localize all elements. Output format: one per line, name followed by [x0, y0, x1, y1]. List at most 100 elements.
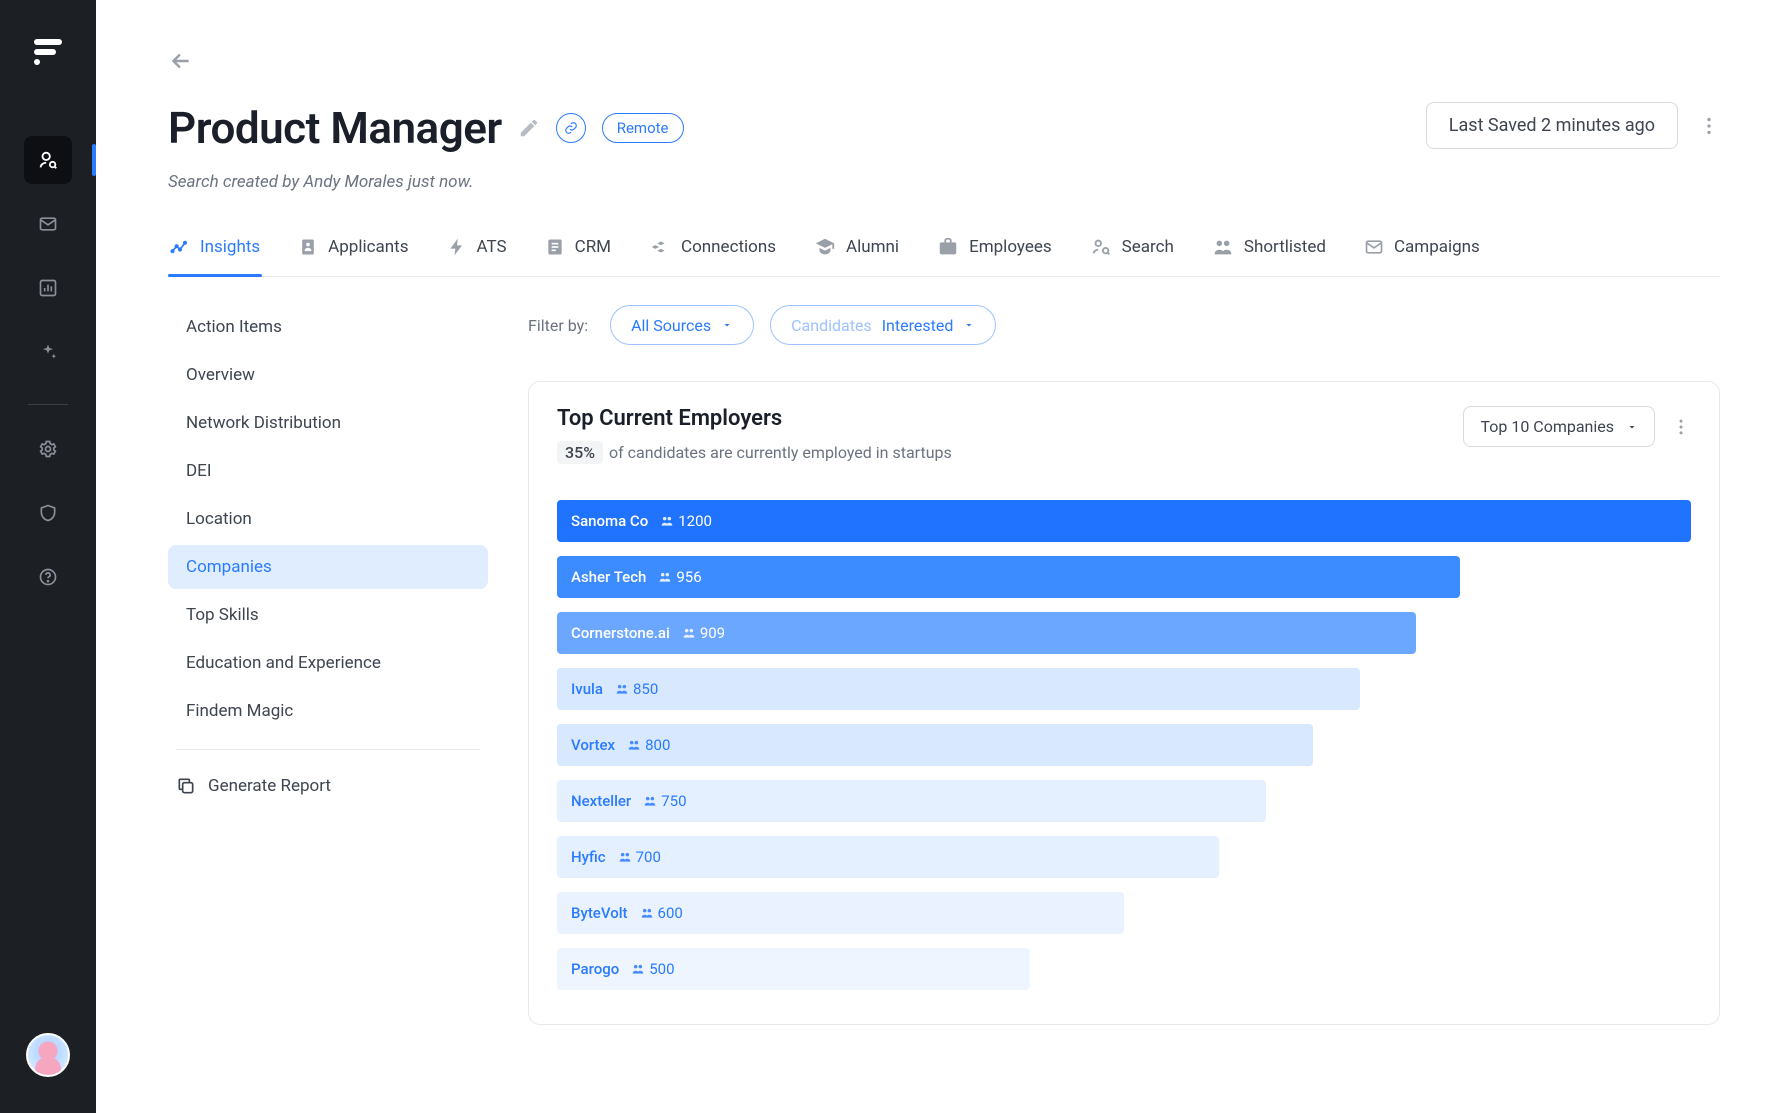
filter-candidates-value: Interested [882, 316, 954, 335]
caret-down-icon [721, 319, 733, 331]
top-n-selector[interactable]: Top 10 Companies [1463, 406, 1655, 447]
tab-employees[interactable]: Employees [935, 236, 1054, 276]
bar-ivula[interactable]: Ivula850 [557, 668, 1360, 710]
insights-icon [170, 237, 190, 257]
filter-sources[interactable]: All Sources [610, 305, 754, 345]
tab-label: Shortlisted [1244, 237, 1326, 257]
tab-label: ATS [477, 237, 507, 257]
sidenav-item-overview[interactable]: Overview [168, 353, 488, 397]
sparkle-icon [38, 342, 58, 362]
header-more-button[interactable] [1698, 115, 1720, 137]
back-button[interactable] [168, 48, 194, 74]
bar-row: ByteVolt600 [557, 892, 1691, 934]
tab-applicants[interactable]: Applicants [296, 236, 410, 276]
ats-icon [447, 237, 467, 257]
tab-connections[interactable]: Connections [647, 236, 778, 276]
bar-hyfic[interactable]: Hyfic 700 [557, 836, 1219, 878]
bar-label: Hyfic [571, 848, 606, 866]
bar-bytevolt[interactable]: ByteVolt600 [557, 892, 1124, 934]
bar-count: 956 [658, 568, 701, 586]
rail-item-analytics[interactable] [24, 264, 72, 312]
search-subtitle: Search created by Andy Morales just now. [168, 172, 684, 192]
last-saved-chip: Last Saved 2 minutes ago [1426, 102, 1678, 149]
card-subtitle: 35% of candidates are currently employed … [557, 441, 952, 464]
tab-search[interactable]: Search [1088, 236, 1176, 276]
bar-count: 700 [618, 848, 661, 866]
bar-row: Parogo500 [557, 948, 1691, 990]
bar-row: Nexteller750 [557, 780, 1691, 822]
bar-vortex[interactable]: Vortex800 [557, 724, 1313, 766]
sidenav-item-action-items[interactable]: Action Items [168, 305, 488, 349]
tab-crm[interactable]: CRM [543, 236, 613, 276]
sidenav-item-top-skills[interactable]: Top Skills [168, 593, 488, 637]
tab-label: Search [1122, 237, 1174, 257]
bar-row: Hyfic 700 [557, 836, 1691, 878]
sidenav-item-dei[interactable]: DEI [168, 449, 488, 493]
card-title: Top Current Employers [557, 406, 952, 431]
bar-parogo[interactable]: Parogo500 [557, 948, 1030, 990]
employees-icon [937, 236, 959, 258]
sidenav-item-companies[interactable]: Companies [168, 545, 488, 589]
more-vertical-icon [1698, 115, 1720, 137]
linked-badge[interactable] [556, 113, 586, 143]
sidenav-item-location[interactable]: Location [168, 497, 488, 541]
tab-insights[interactable]: Insights [168, 236, 262, 276]
bar-count: 500 [631, 960, 674, 978]
rail-item-mail[interactable] [24, 200, 72, 248]
bar-row: Ivula850 [557, 668, 1691, 710]
sidenav-item-network-distribution[interactable]: Network Distribution [168, 401, 488, 445]
tab-campaigns[interactable]: Campaigns [1362, 236, 1482, 276]
bar-label: Ivula [571, 680, 603, 698]
bar-count: 750 [643, 792, 686, 810]
tab-alumni[interactable]: Alumni [812, 236, 901, 276]
bar-cornerstone-ai[interactable]: Cornerstone.ai909 [557, 612, 1416, 654]
bar-label: Vortex [571, 736, 615, 754]
bar-row: Cornerstone.ai909 [557, 612, 1691, 654]
user-avatar[interactable] [26, 1033, 70, 1077]
rail-item-people-search[interactable] [24, 136, 72, 184]
bar-row: Asher Tech 956 [557, 556, 1691, 598]
bar-count: 1200 [660, 512, 712, 530]
card-more-button[interactable] [1671, 417, 1691, 437]
tab-label: CRM [575, 237, 611, 257]
bar-asher-tech[interactable]: Asher Tech 956 [557, 556, 1460, 598]
sidenav-item-findem-magic[interactable]: Findem Magic [168, 689, 488, 733]
remote-badge[interactable]: Remote [602, 113, 684, 143]
tabs: Insights Applicants ATS CRM Connections Alumn… [168, 236, 1720, 277]
tab-ats[interactable]: ATS [445, 236, 509, 276]
remote-badge-label: Remote [617, 119, 669, 137]
pencil-icon [518, 117, 540, 139]
app-logo [28, 32, 68, 72]
rail-item-settings[interactable] [24, 425, 72, 473]
generate-report-button[interactable]: Generate Report [168, 766, 488, 806]
gear-icon [38, 439, 58, 459]
bar-count: 600 [640, 904, 683, 922]
sidenav-item-education-and-experience[interactable]: Education and Experience [168, 641, 488, 685]
rail-item-ai[interactable] [24, 328, 72, 376]
card-percent-badge: 35% [557, 441, 603, 464]
shield-icon [38, 503, 58, 523]
bar-label: Asher Tech [571, 568, 646, 586]
generate-report-label: Generate Report [208, 776, 331, 796]
rail-divider [28, 404, 68, 405]
edit-title-button[interactable] [518, 117, 540, 139]
sidenav-divider [176, 749, 480, 750]
bar-row: Sanoma Co 1200 [557, 500, 1691, 542]
tab-label: Applicants [328, 237, 408, 257]
tab-shortlisted[interactable]: Shortlisted [1210, 236, 1328, 276]
filter-candidates[interactable]: Candidates Interested [770, 305, 996, 345]
arrow-left-icon [168, 48, 194, 74]
campaigns-icon [1364, 237, 1384, 257]
page-title: Product Manager [168, 102, 502, 154]
rail-item-help[interactable] [24, 553, 72, 601]
tab-label: Insights [200, 237, 260, 257]
bar-label: Sanoma Co [571, 512, 648, 530]
bar-sanoma-co[interactable]: Sanoma Co 1200 [557, 500, 1691, 542]
tab-label: Employees [969, 237, 1052, 257]
connections-icon [649, 236, 671, 258]
rail-item-security[interactable] [24, 489, 72, 537]
shortlisted-icon [1212, 236, 1234, 258]
bar-nexteller[interactable]: Nexteller750 [557, 780, 1266, 822]
card-sub-text: of candidates are currently employed in … [609, 443, 952, 462]
bar-row: Vortex800 [557, 724, 1691, 766]
